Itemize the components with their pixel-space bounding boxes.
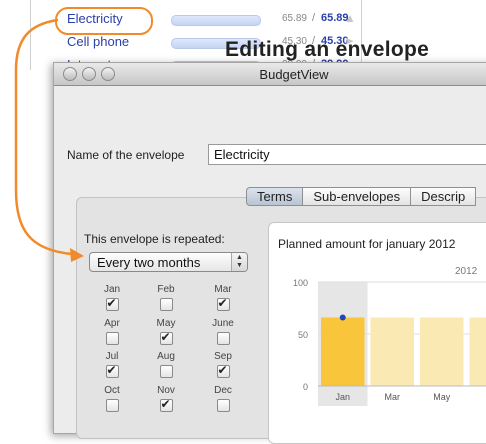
highlight-ring (55, 7, 153, 35)
annotation-curve (16, 20, 72, 254)
annotation-arrowhead (70, 248, 84, 262)
annotation-arrow (0, 0, 486, 423)
